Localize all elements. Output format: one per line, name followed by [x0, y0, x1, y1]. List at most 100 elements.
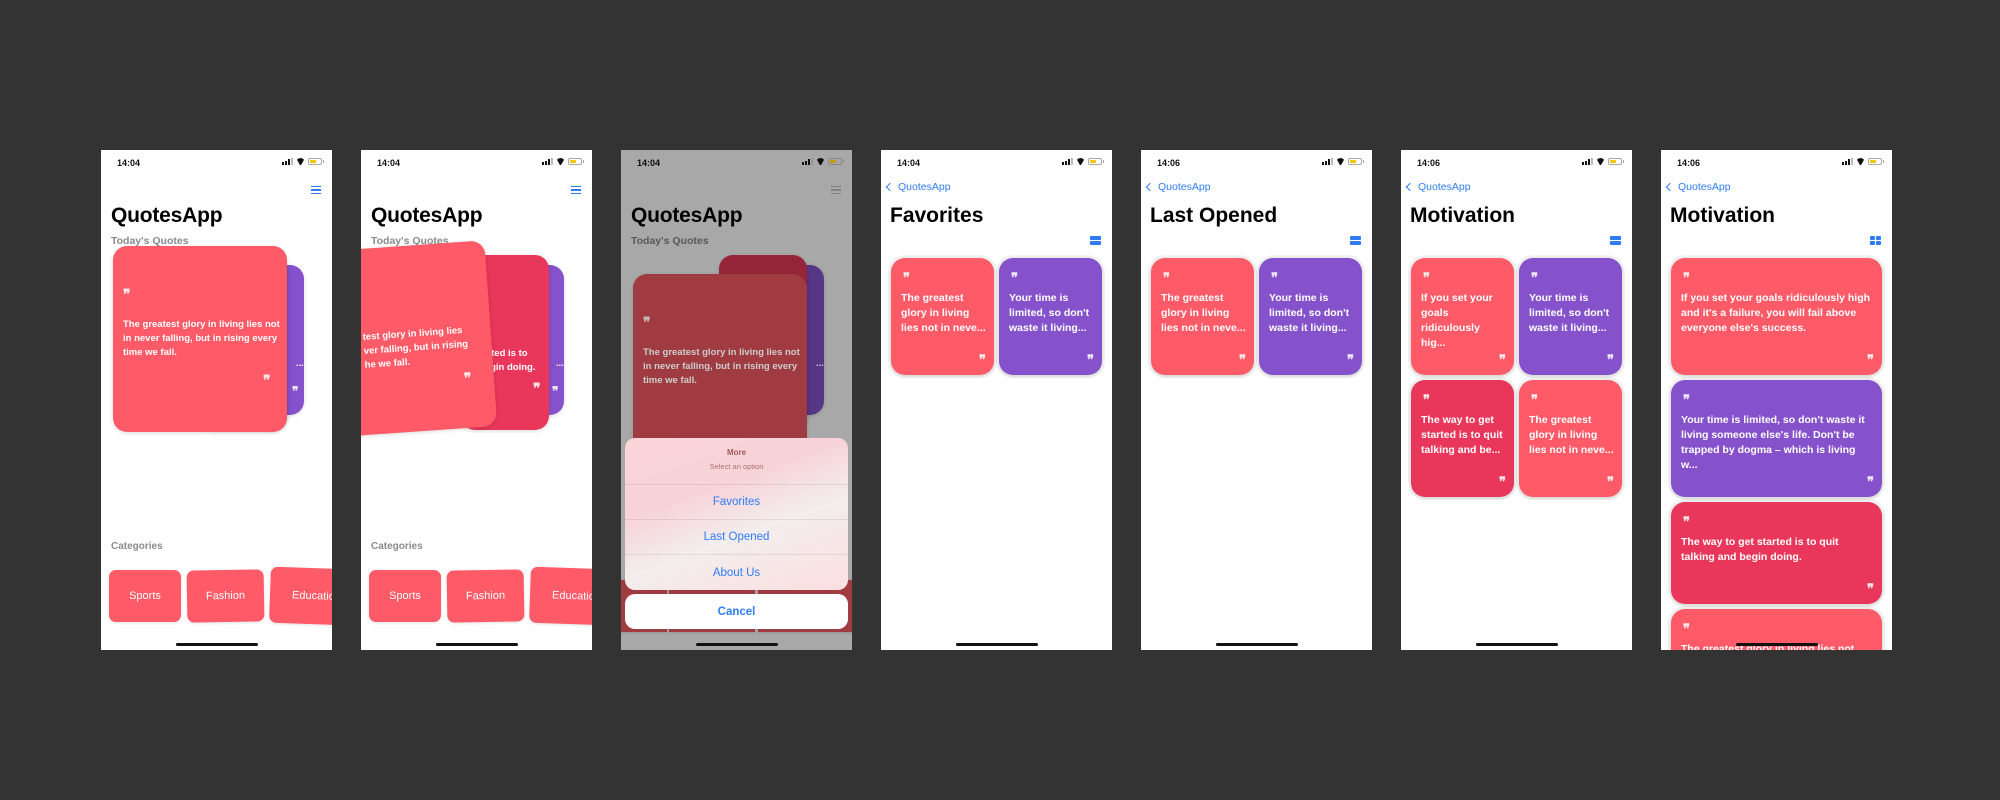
status-time: 14:06 [1677, 158, 1701, 168]
categories-label: Categories [111, 541, 163, 552]
quote-tile[interactable]: ❞ Your time is limited, so don't waste i… [1259, 258, 1362, 375]
chevron-left-icon [1405, 182, 1415, 192]
quote-text: If you set your goals ridiculously high … [1681, 292, 1871, 334]
signal-icon [1062, 158, 1073, 165]
signal-icon [1582, 158, 1593, 165]
categories-label: Categories [371, 541, 423, 552]
screen-home-swiping: 14:04 QuotesApp Today's Quotes ... ❞ tar… [361, 150, 592, 650]
page-title: QuotesApp [111, 204, 223, 227]
status-time: 14:04 [117, 158, 141, 168]
quote-close-icon: ❞ [1499, 353, 1506, 368]
wifi-icon [1856, 158, 1865, 165]
quote-text: Your time is limited, so don't waste it … [1681, 414, 1865, 471]
wifi-icon [296, 158, 305, 165]
chevron-left-icon [885, 182, 895, 192]
quote-close-icon: ❞ [979, 353, 986, 368]
menu-icon[interactable] [311, 186, 321, 194]
category-fashion[interactable]: Fashion [446, 569, 525, 623]
battery-icon [1348, 158, 1364, 165]
back-button[interactable]: QuotesApp [1145, 181, 1211, 193]
category-education[interactable]: Education [269, 566, 332, 626]
quote-open-icon: ❞ [903, 271, 910, 286]
wifi-icon [1596, 158, 1605, 165]
quote-tile[interactable]: ❞ Your time is limited, so don't waste i… [999, 258, 1102, 375]
quote-close-icon: ❞ [463, 370, 471, 388]
quote-close-icon: ❞ [1607, 475, 1614, 490]
list-layout-icon[interactable] [1610, 236, 1621, 245]
battery-icon [1868, 158, 1884, 165]
quote-card-front[interactable]: ❞ The greatest glory in living lies not … [113, 246, 287, 432]
quote-open-icon: ❞ [1531, 271, 1538, 286]
quote-open-icon: ❞ [1163, 271, 1170, 286]
back-label: QuotesApp [1678, 181, 1731, 193]
category-fashion[interactable]: Fashion [186, 569, 265, 623]
category-education[interactable]: Education [529, 566, 592, 626]
list-layout-icon[interactable] [1350, 236, 1361, 245]
back-button[interactable]: QuotesApp [885, 181, 951, 193]
quote-text: Your time is limited, so don't waste it … [1529, 292, 1610, 334]
chevron-left-icon [1665, 182, 1675, 192]
quote-text: Your time is limited, so don't waste it … [1009, 292, 1090, 334]
quote-text: Your time is limited, so don't waste it … [1269, 292, 1350, 334]
category-sports[interactable]: Sports [109, 570, 181, 622]
list-layout-icon[interactable] [1090, 236, 1101, 245]
quote-tile[interactable]: ❞ The way to get started is to quit talk… [1411, 380, 1514, 497]
back-button[interactable]: QuotesApp [1405, 181, 1471, 193]
quote-tile[interactable]: ❞ The greatest glory in living lies not … [1519, 380, 1622, 497]
back-label: QuotesApp [1418, 181, 1471, 193]
quote-close-icon: ❞ [292, 384, 299, 398]
quote-tile[interactable]: ❞ If you set your goals ridiculously hig… [1411, 258, 1514, 375]
home-indicator [955, 643, 1038, 646]
grid-layout-icon[interactable] [1870, 236, 1881, 245]
status-time: 14:06 [1417, 158, 1441, 168]
menu-icon[interactable] [571, 186, 581, 194]
signal-icon [1322, 158, 1333, 165]
option-last-opened[interactable]: Last Opened [625, 520, 848, 555]
status-bar: 14:06 [1141, 150, 1372, 170]
quote-open-icon: ❞ [1531, 393, 1538, 408]
signal-icon [542, 158, 553, 165]
ellipsis-text: ... [296, 358, 304, 368]
action-sheet-header: More Select an option [625, 438, 848, 485]
home-indicator [1735, 643, 1818, 646]
screen-home: 14:04 QuotesApp Today's Quotes ... ❞ ❞ ❞… [101, 150, 332, 650]
cancel-button[interactable]: Cancel [625, 594, 848, 629]
wifi-icon [1336, 158, 1345, 165]
page-title: QuotesApp [371, 204, 483, 227]
quote-card-front[interactable]: test glory in living lies ver falling, b… [361, 240, 498, 438]
category-sports[interactable]: Sports [369, 570, 441, 622]
home-indicator [435, 643, 518, 646]
back-button[interactable]: QuotesApp [1665, 181, 1731, 193]
status-bar: 14:06 [1401, 150, 1632, 170]
quote-open-icon: ❞ [1423, 393, 1430, 408]
quote-text: The way to get started is to quit talkin… [1681, 536, 1839, 563]
quote-open-icon: ❞ [1271, 271, 1278, 286]
chevron-left-icon [1145, 182, 1155, 192]
quote-card[interactable]: ❞ If you set your goals ridiculously hig… [1671, 258, 1882, 375]
quote-close-icon: ❞ [1607, 353, 1614, 368]
quote-text: The greatest glory in living lies not in… [1529, 414, 1614, 456]
option-favorites[interactable]: Favorites [625, 485, 848, 520]
quote-close-icon: ❞ [1867, 475, 1874, 490]
quote-card[interactable]: ❞ Your time is limited, so don't waste i… [1671, 380, 1882, 497]
action-sheet: More Select an option Favorites Last Ope… [625, 438, 848, 590]
battery-icon [1608, 158, 1624, 165]
action-sheet-message: Select an option [709, 462, 764, 471]
wifi-icon [556, 158, 565, 165]
option-about-us[interactable]: About Us [625, 555, 848, 590]
quote-text: The greatest glory in living lies not in… [123, 319, 280, 358]
status-time: 14:04 [377, 158, 401, 168]
quote-close-icon: ❞ [1239, 353, 1246, 368]
quote-tile[interactable]: ❞ The greatest glory in living lies not … [891, 258, 994, 375]
quote-tile[interactable]: ❞ The greatest glory in living lies not … [1151, 258, 1254, 375]
quote-close-icon: ❞ [1867, 582, 1874, 597]
ellipsis-text: ... [556, 358, 564, 368]
screen-last-opened: 14:06 QuotesApp Last Opened ❞ The greate… [1141, 150, 1372, 650]
quote-open-icon: ❞ [1683, 271, 1690, 286]
status-time: 14:06 [1157, 158, 1181, 168]
quote-text: The greatest glory in living lies not in… [1161, 292, 1246, 334]
signal-icon [1842, 158, 1853, 165]
quote-open-icon: ❞ [1683, 393, 1690, 408]
quote-card[interactable]: ❞ The way to get started is to quit talk… [1671, 502, 1882, 604]
quote-tile[interactable]: ❞ Your time is limited, so don't waste i… [1519, 258, 1622, 375]
